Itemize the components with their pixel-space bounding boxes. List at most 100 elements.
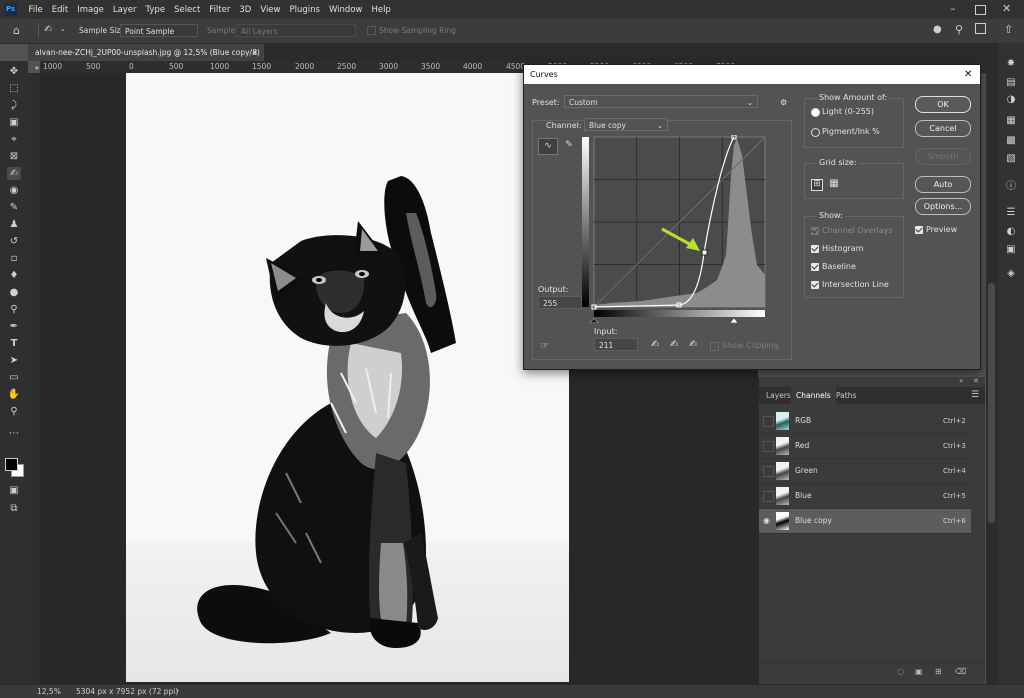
vertical-scrollbar[interactable] (986, 43, 998, 685)
crop-tool-icon[interactable]: ⌖ (7, 133, 21, 146)
output-field[interactable]: 255 (538, 296, 582, 309)
panel-menu-icon[interactable]: ☰ (971, 390, 979, 400)
curve-graph[interactable] (582, 135, 768, 323)
hand-tool-icon[interactable]: ✋ (7, 388, 21, 401)
load-selection-icon[interactable]: ○ (897, 667, 904, 676)
channel-select[interactable]: Blue copy ⌄ (584, 118, 668, 131)
ok-button[interactable]: OK (915, 96, 971, 113)
channel-row-rgb[interactable]: RGB Ctrl+2 (759, 409, 971, 434)
maximize-icon[interactable] (975, 5, 986, 15)
screen-mode-icon[interactable]: ⧉ (7, 502, 21, 515)
show-clipping-checkbox[interactable] (710, 342, 719, 351)
menu-filter[interactable]: Filter (205, 5, 235, 15)
quick-mask-icon[interactable]: ▣ (7, 484, 21, 497)
navigator-icon[interactable]: ▣ (1004, 243, 1018, 256)
options-button[interactable]: Options... (915, 198, 971, 215)
menu-layer[interactable]: Layer (108, 5, 141, 15)
chevron-down-icon[interactable]: ⌄ (60, 25, 66, 33)
path-select-icon[interactable]: ➤ (7, 354, 21, 367)
swatches-icon[interactable]: ▦ (1004, 114, 1018, 127)
menu-file[interactable]: File (24, 5, 47, 15)
user-icon[interactable]: ● (933, 24, 942, 35)
menu-type[interactable]: Type (141, 5, 170, 15)
type-tool-icon[interactable]: T (7, 337, 21, 350)
save-selection-icon[interactable]: ▣ (915, 667, 923, 676)
menu-select[interactable]: Select (170, 5, 205, 15)
target-adjust-icon[interactable]: ☞ (540, 341, 549, 352)
move-tool-icon[interactable]: ✥ (7, 65, 21, 78)
brush-tool-icon[interactable]: ✎ (7, 201, 21, 214)
channel-row-red[interactable]: Red Ctrl+3 (759, 434, 971, 459)
histogram-checkbox[interactable] (811, 245, 819, 253)
new-channel-icon[interactable]: ⊞ (935, 667, 942, 676)
minimize-icon[interactable]: – (950, 2, 956, 15)
preset-select[interactable]: Custom ⌄ (564, 95, 758, 108)
grid-4-icon[interactable]: ⊞ (811, 179, 823, 191)
info-icon[interactable]: ⓘ (1004, 180, 1018, 193)
menu-help[interactable]: Help (367, 5, 395, 15)
curve-point-tool-icon[interactable]: ∿ (538, 138, 558, 155)
collapse-icon[interactable]: « (959, 377, 963, 385)
stamp-tool-icon[interactable]: ♟ (7, 218, 21, 231)
chevron-right-icon[interactable]: › (176, 686, 179, 695)
grid-10-icon[interactable]: ▦ (829, 179, 839, 189)
visibility-toggle[interactable] (763, 466, 774, 477)
channel-row-blue[interactable]: Blue Ctrl+5 (759, 484, 971, 509)
marquee-tool-icon[interactable]: ⬚ (7, 82, 21, 95)
share-icon[interactable]: ⇧ (1004, 23, 1013, 36)
foreground-color-swatch[interactable] (5, 458, 18, 471)
sample-size-select[interactable]: Point Sample (120, 24, 198, 37)
adjustments-icon[interactable]: ◑ (1004, 93, 1018, 106)
trash-icon[interactable]: ⌫ (955, 667, 966, 676)
pencil-tool-icon[interactable]: ✎ (560, 138, 578, 153)
sample-select[interactable]: All Layers (236, 24, 356, 37)
baseline-checkbox[interactable] (811, 263, 819, 271)
close-icon[interactable]: ✕ (1002, 2, 1011, 15)
zoom-level[interactable]: 12,5% (37, 687, 61, 696)
learn-icon[interactable]: ✸ (1004, 57, 1018, 70)
color-icon[interactable]: ◐ (1004, 225, 1018, 238)
cancel-button[interactable]: Cancel (915, 120, 971, 137)
lasso-tool-icon[interactable]: ⤸ (7, 99, 21, 112)
pen-tool-icon[interactable]: ✒ (7, 320, 21, 333)
dodge-tool-icon[interactable]: ⚲ (7, 303, 21, 316)
visibility-toggle[interactable] (763, 416, 774, 427)
eyedropper-tool-icon[interactable]: ✍ (7, 167, 21, 180)
menu-plugins[interactable]: Plugins (285, 5, 324, 15)
eraser-tool-icon[interactable]: ▫ (7, 252, 21, 265)
menu-window[interactable]: Window (324, 5, 367, 15)
menu-image[interactable]: Image (73, 5, 109, 15)
eyedropper-tool-preset-icon[interactable]: ✍ (44, 24, 52, 35)
preview-checkbox[interactable] (915, 226, 923, 234)
healing-brush-icon[interactable]: ◉ (7, 184, 21, 197)
close-tab-icon[interactable]: × (252, 44, 258, 61)
preset-options-icon[interactable]: ⚙ (780, 98, 787, 107)
document-info[interactable]: 5304 px x 7952 px (72 ppi) (76, 687, 178, 696)
layers-icon[interactable]: ◈ (1004, 267, 1018, 280)
more-tools-icon[interactable]: ⋯ (7, 427, 21, 440)
paint-bucket-icon[interactable]: ♦ (7, 269, 21, 282)
intersection-checkbox[interactable] (811, 281, 819, 289)
blur-tool-icon[interactable]: ● (7, 286, 21, 299)
menu-3d[interactable]: 3D (235, 5, 256, 15)
gradients-icon[interactable]: ▩ (1004, 134, 1018, 147)
home-icon[interactable]: ⌂ (13, 24, 20, 37)
menu-view[interactable]: View (256, 5, 285, 15)
patterns-icon[interactable]: ▧ (1004, 152, 1018, 165)
scrollbar-thumb[interactable] (988, 283, 995, 523)
frame-tool-icon[interactable]: ⊠ (7, 150, 21, 163)
visibility-toggle[interactable] (763, 491, 774, 502)
channel-row-blue-copy[interactable]: ◉ Blue copy Ctrl+6 (759, 509, 971, 534)
tab-channels[interactable]: Channels (791, 387, 836, 404)
properties-icon[interactable]: ☰ (1004, 206, 1018, 219)
visibility-toggle[interactable] (763, 441, 774, 452)
history-brush-icon[interactable]: ↺ (7, 235, 21, 248)
search-icon[interactable]: ⚲ (955, 23, 963, 36)
channel-overlays-checkbox[interactable] (811, 227, 819, 235)
show-ring-checkbox[interactable] (367, 26, 376, 35)
black-point-eyedropper-icon[interactable]: ✍ (651, 339, 659, 350)
libraries-icon[interactable]: ▤ (1004, 76, 1018, 89)
zoom-tool-icon[interactable]: ⚲ (7, 405, 21, 418)
menu-edit[interactable]: Edit (47, 5, 72, 15)
document-tab[interactable]: alvan-nee-ZCHj_2UP00-unsplash.jpg @ 12,5… (28, 44, 264, 74)
